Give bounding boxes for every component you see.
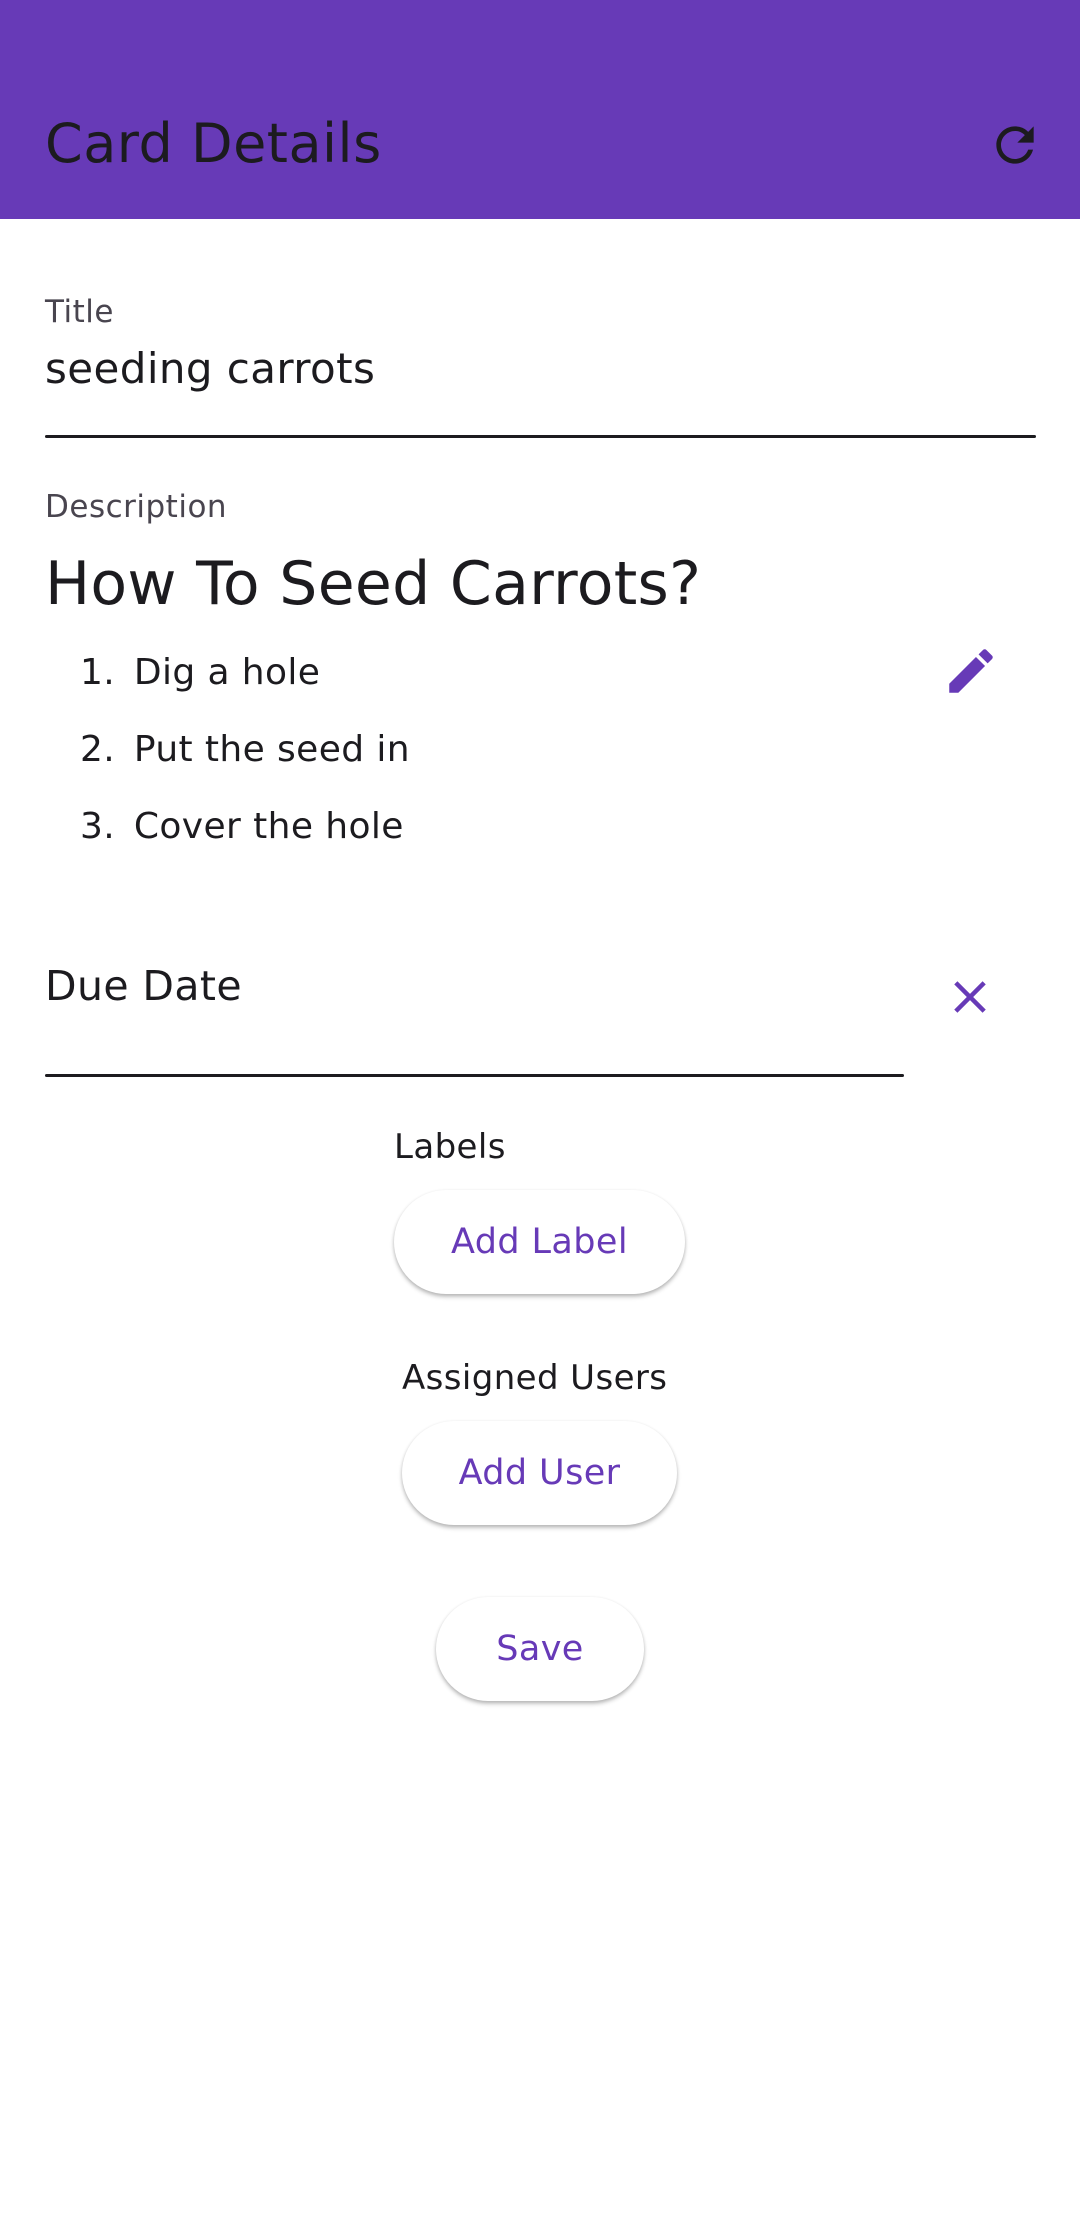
page-title: Card Details bbox=[45, 112, 382, 175]
add-label-button[interactable]: Add Label bbox=[394, 1190, 685, 1294]
description-steps: 1. Dig a hole 2. Put the seed in 3. Cove… bbox=[80, 650, 410, 881]
due-date-input[interactable]: Due Date bbox=[45, 962, 242, 1010]
clear-due-date-button[interactable] bbox=[940, 967, 1000, 1027]
app-bar: Card Details bbox=[0, 0, 1080, 219]
refresh-icon bbox=[996, 126, 1034, 164]
assigned-users-label: Assigned Users bbox=[402, 1358, 668, 1398]
description-heading: How To Seed Carrots? bbox=[45, 549, 702, 619]
description-label: Description bbox=[45, 489, 228, 525]
close-icon bbox=[954, 981, 986, 1013]
pencil-icon bbox=[949, 649, 993, 693]
title-field-underline bbox=[45, 435, 1036, 438]
list-item: 1. Dig a hole bbox=[80, 652, 321, 693]
edit-description-button[interactable] bbox=[940, 640, 1002, 702]
save-button[interactable]: Save bbox=[436, 1597, 644, 1701]
list-item: 2. Put the seed in bbox=[80, 729, 410, 770]
labels-section-label: Labels bbox=[394, 1127, 506, 1167]
due-date-underline bbox=[45, 1074, 904, 1077]
title-input[interactable]: seeding carrots bbox=[45, 344, 375, 393]
title-field-label: Title bbox=[45, 294, 114, 330]
status-bar bbox=[0, 0, 1080, 8]
list-item: 3. Cover the hole bbox=[80, 806, 404, 847]
add-user-button[interactable]: Add User bbox=[402, 1421, 677, 1525]
refresh-button[interactable] bbox=[980, 110, 1050, 180]
